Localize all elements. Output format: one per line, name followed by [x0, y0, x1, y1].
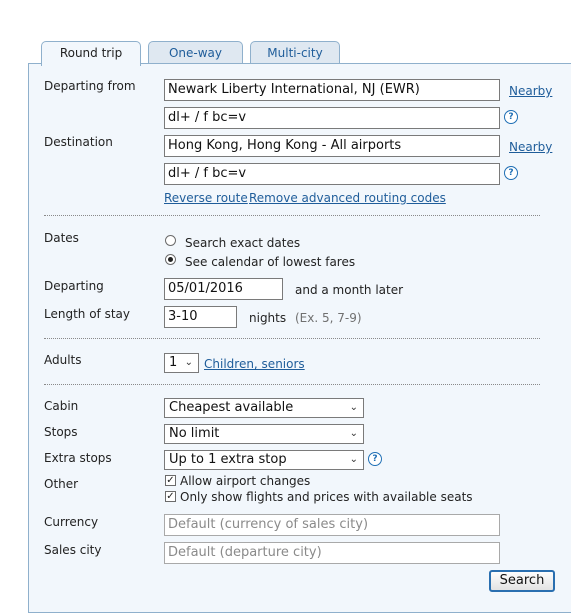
length-of-stay-input[interactable]: 3-10	[164, 306, 237, 328]
allow-airport-changes-checkbox[interactable]: ✓	[165, 475, 176, 486]
adults-select-value: 1	[169, 355, 178, 370]
chevron-down-icon: ⌄	[349, 428, 358, 439]
cabin-select[interactable]: Cheapest available ⌄	[164, 398, 364, 418]
remove-advanced-routing-link[interactable]: Remove advanced routing codes	[249, 191, 446, 205]
destination-nearby-link[interactable]: Nearby	[509, 140, 552, 154]
chevron-down-icon: ⌄	[184, 357, 193, 368]
reverse-route-link[interactable]: Reverse route	[164, 191, 248, 205]
departing-routing-help-icon[interactable]: ?	[504, 110, 518, 124]
cabin-label: Cabin	[44, 399, 79, 413]
extra-stops-select[interactable]: Up to 1 extra stop ⌄	[164, 450, 364, 470]
stops-label: Stops	[44, 425, 78, 439]
stops-select-value: No limit	[169, 426, 220, 441]
exact-dates-label: Search exact dates	[185, 236, 301, 250]
adults-select[interactable]: 1 ⌄	[164, 353, 199, 373]
calendar-lowest-fares-label: See calendar of lowest fares	[185, 255, 356, 269]
divider	[44, 338, 540, 339]
calendar-lowest-fares-radio[interactable]	[165, 254, 176, 265]
departing-date-label: Departing	[44, 279, 104, 293]
cabin-select-value: Cheapest available	[169, 400, 294, 415]
destination-routing-code-input[interactable]: dl+ / f bc=v	[164, 163, 500, 185]
length-of-stay-example: (Ex. 5, 7-9)	[295, 311, 362, 325]
exact-dates-radio[interactable]	[165, 235, 176, 246]
tab-round-trip[interactable]: Round trip	[41, 41, 141, 66]
children-seniors-link[interactable]: Children, seniors	[204, 357, 305, 371]
other-label: Other	[44, 477, 79, 491]
departing-from-input[interactable]: Newark Liberty International, NJ (EWR)	[164, 79, 500, 101]
length-of-stay-label: Length of stay	[44, 307, 130, 321]
allow-airport-changes-label: Allow airport changes	[180, 474, 311, 488]
departing-date-suffix: and a month later	[295, 283, 404, 297]
destination-routing-help-icon[interactable]: ?	[504, 166, 518, 180]
stops-select[interactable]: No limit ⌄	[164, 424, 364, 444]
destination-input[interactable]: Hong Kong, Hong Kong - All airports	[164, 135, 500, 157]
sales-city-input[interactable]: Default (departure city)	[164, 542, 500, 564]
sales-city-label: Sales city	[44, 543, 102, 557]
chevron-down-icon: ⌄	[349, 454, 358, 465]
available-seats-checkbox[interactable]: ✓	[165, 491, 176, 502]
length-of-stay-unit: nights	[249, 311, 287, 325]
extra-stops-label: Extra stops	[44, 451, 112, 465]
divider	[44, 215, 540, 216]
tab-multi-city[interactable]: Multi-city	[250, 41, 340, 64]
search-button[interactable]: Search	[489, 570, 555, 592]
destination-label: Destination	[44, 135, 113, 149]
departing-from-label: Departing from	[44, 79, 136, 93]
dates-label: Dates	[44, 231, 79, 245]
currency-label: Currency	[44, 515, 99, 529]
adults-label: Adults	[44, 353, 82, 367]
extra-stops-help-icon[interactable]: ?	[368, 452, 382, 466]
currency-input[interactable]: Default (currency of sales city)	[164, 514, 500, 536]
departing-date-input[interactable]: 05/01/2016	[164, 278, 283, 300]
extra-stops-select-value: Up to 1 extra stop	[169, 452, 287, 467]
departing-routing-code-input[interactable]: dl+ / f bc=v	[164, 107, 500, 129]
divider	[44, 384, 540, 385]
available-seats-label: Only show flights and prices with availa…	[180, 490, 473, 504]
chevron-down-icon: ⌄	[349, 402, 358, 413]
tab-one-way[interactable]: One-way	[148, 41, 243, 64]
departing-nearby-link[interactable]: Nearby	[509, 84, 552, 98]
